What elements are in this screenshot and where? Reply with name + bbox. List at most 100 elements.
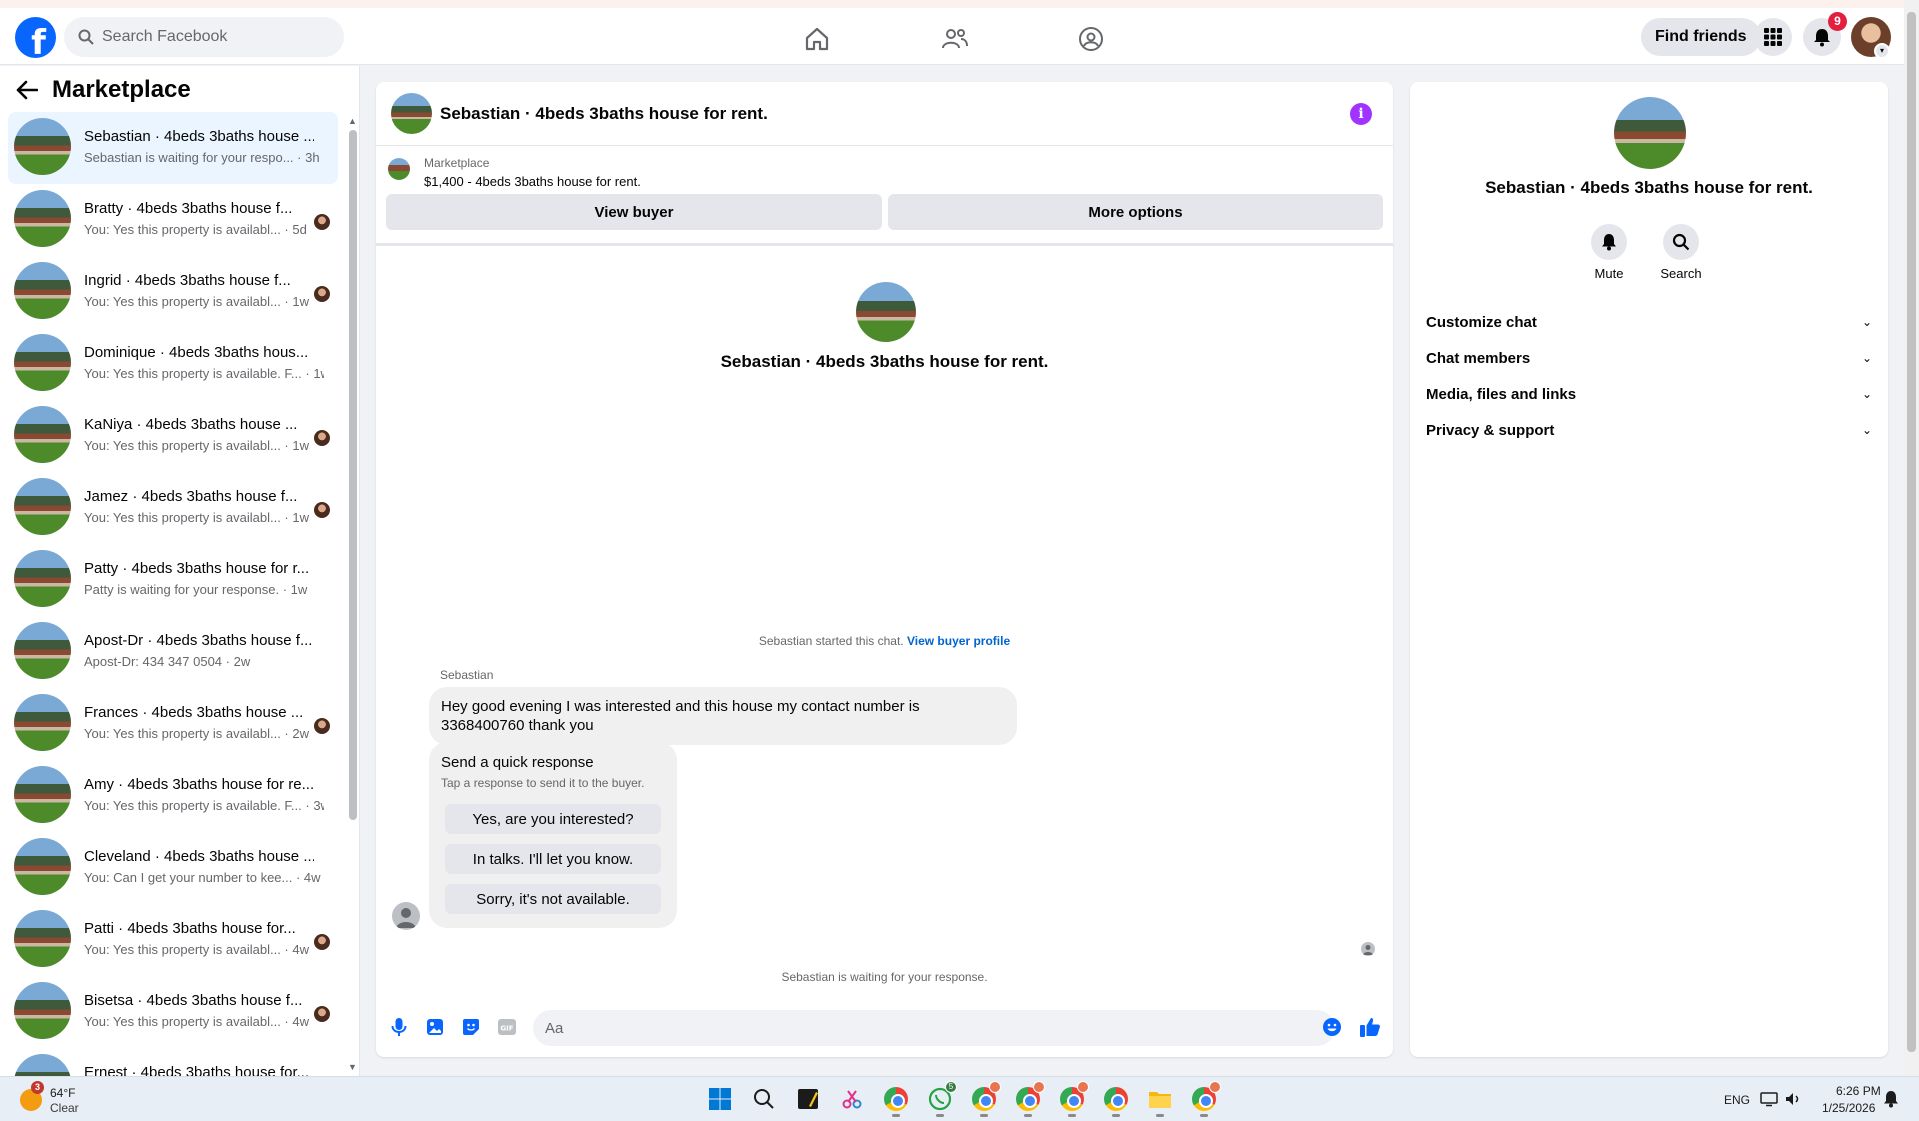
chat-list-scrollbar[interactable] <box>349 130 357 820</box>
microphone-icon[interactable] <box>388 1016 410 1038</box>
chat-list-item[interactable]: Jamez · 4beds 3baths house f... You: Yes… <box>8 472 338 544</box>
view-buyer-button[interactable]: View buyer <box>386 194 882 230</box>
running-indicator <box>1112 1114 1120 1117</box>
whatsapp-badge: 5 <box>945 1081 957 1093</box>
weather-temperature[interactable]: 64°F <box>50 1086 75 1100</box>
scroll-up-arrow-icon[interactable]: ▲ <box>348 116 357 126</box>
quick-response-card: Send a quick response Tap a response to … <box>429 742 677 928</box>
search-icon <box>1663 224 1699 260</box>
notepad-app-icon[interactable] <box>794 1085 822 1113</box>
volume-icon[interactable] <box>1782 1085 1804 1113</box>
buyer-mini-avatar <box>314 214 330 230</box>
chat-list-item[interactable]: Frances · 4beds 3baths house ... You: Ye… <box>8 688 338 760</box>
chevron-down-icon: ⌄ <box>1861 351 1872 365</box>
search-bar[interactable] <box>64 17 344 57</box>
bell-icon <box>1591 224 1627 260</box>
whatsapp-app-icon[interactable]: 5 <box>926 1081 957 1117</box>
more-options-button[interactable]: More options <box>888 194 1383 230</box>
snipping-tool-icon[interactable] <box>838 1085 866 1113</box>
mute-button[interactable]: Mute <box>1579 224 1639 281</box>
chat-list-item[interactable]: Patty · 4beds 3baths house for r... Patt… <box>8 544 338 616</box>
windows-start-icon[interactable] <box>706 1085 734 1113</box>
message-bubble[interactable]: Hey good evening I was interested and th… <box>429 687 1017 745</box>
chat-started-notice: Sebastian started this chat. View buyer … <box>376 634 1393 648</box>
chat-list-item[interactable]: Bisetsa · 4beds 3baths house f... You: Y… <box>8 976 338 1048</box>
chevron-down-icon[interactable]: ▾ <box>1874 43 1890 59</box>
chrome-profile-icon[interactable] <box>1058 1081 1089 1117</box>
clock-time[interactable]: 6:26 PM <box>1836 1084 1881 1098</box>
facebook-logo[interactable]: f <box>15 17 56 58</box>
listing-thumbnail <box>14 910 71 967</box>
chat-preview: You: Yes this property is availabl... · … <box>84 942 309 957</box>
conversation-title[interactable]: Sebastian · 4beds 3baths house for rent. <box>440 104 768 124</box>
emoji-icon[interactable] <box>1321 1016 1343 1038</box>
find-friends-button[interactable]: Find friends <box>1641 18 1761 56</box>
conversation-avatar[interactable] <box>391 93 432 134</box>
chat-list-item[interactable]: Ernest · 4beds 3baths house for... <box>8 1048 338 1076</box>
chevron-down-icon: ⌄ <box>1861 315 1872 329</box>
friends-icon[interactable] <box>940 24 970 54</box>
info-icon[interactable]: i <box>1350 103 1372 125</box>
chrome-profile-icon[interactable] <box>970 1081 1001 1117</box>
chat-list-item[interactable]: Amy · 4beds 3baths house for re... You: … <box>8 760 338 832</box>
view-buyer-profile-link[interactable]: View buyer profile <box>907 634 1010 648</box>
chat-title: Apost-Dr · 4beds 3baths house f... <box>84 632 313 649</box>
back-arrow-icon[interactable] <box>16 80 38 100</box>
clock-date[interactable]: 1/25/2026 <box>1822 1101 1875 1115</box>
input-language[interactable]: ENG <box>1724 1093 1750 1107</box>
chat-list-item[interactable]: Cleveland · 4beds 3baths house ... You: … <box>8 832 338 904</box>
chat-list-item[interactable]: Sebastian · 4beds 3baths house ... Sebas… <box>8 112 338 184</box>
quick-response-option[interactable]: In talks. I'll let you know. <box>445 844 661 874</box>
seen-indicator-avatar <box>1361 942 1375 956</box>
chat-title: Amy · 4beds 3baths house for re... <box>84 776 314 793</box>
page-scrollbar-thumb[interactable] <box>1907 12 1916 1052</box>
gif-icon[interactable]: GIF <box>496 1016 518 1038</box>
chrome-logo <box>884 1087 908 1111</box>
facebook-logo-letter: f <box>31 23 46 58</box>
chat-list-item[interactable]: Patti · 4beds 3baths house for... You: Y… <box>8 904 338 976</box>
browser-top-strip <box>0 0 1919 8</box>
chat-list-item[interactable]: Ingrid · 4beds 3baths house f... You: Ye… <box>8 256 338 328</box>
weather-alert-badge: 3 <box>31 1081 44 1094</box>
running-indicator <box>1068 1114 1076 1117</box>
taskbar-search-icon[interactable] <box>750 1085 778 1113</box>
chat-title: KaNiya · 4beds 3baths house ... <box>84 416 298 433</box>
chrome-profile-icon[interactable] <box>1102 1085 1130 1117</box>
chat-title: Cleveland · 4beds 3baths house ... <box>84 848 314 865</box>
notification-center-icon[interactable] <box>1880 1085 1902 1113</box>
chat-title: Dominique · 4beds 3baths hous... <box>84 344 309 361</box>
top-navigation-bar: f Find friends 9 ▾ <box>0 8 1904 65</box>
groups-icon[interactable] <box>1076 24 1106 54</box>
chat-title: Patty · 4beds 3baths house for r... <box>84 560 310 577</box>
chrome-profile-icon[interactable] <box>1014 1081 1045 1117</box>
chat-list-item[interactable]: Bratty · 4beds 3baths house f... You: Ye… <box>8 184 338 256</box>
listing-thumbnail <box>14 550 71 607</box>
quick-response-option[interactable]: Yes, are you interested? <box>445 804 661 834</box>
network-icon[interactable] <box>1758 1085 1780 1113</box>
privacy-support-section[interactable]: Privacy & support ⌄ <box>1426 408 1872 452</box>
sender-avatar[interactable] <box>392 902 420 930</box>
sticker-icon[interactable] <box>460 1016 482 1038</box>
home-icon[interactable] <box>802 24 832 54</box>
message-input[interactable] <box>533 1010 1335 1046</box>
weather-description[interactable]: Clear <box>50 1101 79 1115</box>
listing-thumbnail <box>14 838 71 895</box>
chrome-profile-icon[interactable] <box>1190 1081 1221 1117</box>
listing-thumbnail <box>14 694 71 751</box>
menu-grid-icon[interactable] <box>1754 18 1792 56</box>
chat-list-item[interactable]: Dominique · 4beds 3baths hous... You: Ye… <box>8 328 338 400</box>
chat-preview: You: Yes this property is availabl... · … <box>84 726 309 741</box>
chat-list-item[interactable]: KaNiya · 4beds 3baths house ... You: Yes… <box>8 400 338 472</box>
search-input[interactable] <box>102 28 322 46</box>
chrome-app-icon[interactable] <box>882 1085 910 1117</box>
buyer-mini-avatar <box>314 1006 330 1022</box>
scroll-down-arrow-icon[interactable]: ▼ <box>348 1062 357 1072</box>
marketplace-chat-list-panel: Marketplace Sebastian · 4beds 3baths hou… <box>0 66 360 1076</box>
file-explorer-icon[interactable] <box>1146 1085 1174 1117</box>
search-in-chat-button[interactable]: Search <box>1651 224 1711 281</box>
photo-icon[interactable] <box>424 1016 446 1038</box>
quick-response-option[interactable]: Sorry, it's not available. <box>445 884 661 914</box>
thumbs-up-icon[interactable] <box>1359 1016 1381 1038</box>
chat-list-item[interactable]: Apost-Dr · 4beds 3baths house f... Apost… <box>8 616 338 688</box>
listing-description[interactable]: $1,400 - 4beds 3baths house for rent. <box>424 174 641 189</box>
